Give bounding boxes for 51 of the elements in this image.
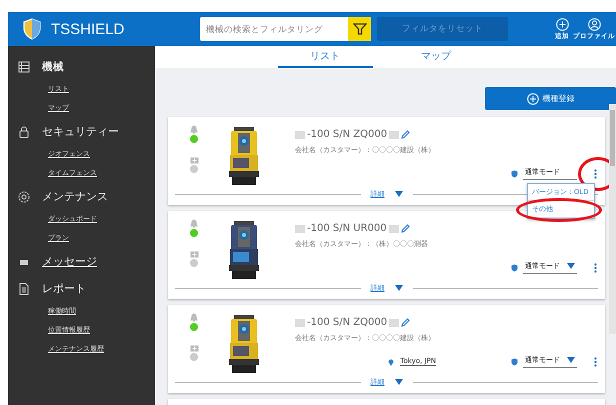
pencil-icon[interactable]: [400, 224, 410, 233]
medical-kit-icon: [190, 250, 198, 258]
redaction-block: [295, 318, 305, 326]
caret-icon: [567, 263, 575, 269]
shield-icon: [511, 264, 518, 272]
redaction-block: [295, 224, 305, 232]
more-menu-icon[interactable]: [594, 262, 597, 272]
caret-icon[interactable]: [394, 285, 402, 291]
more-menu-icon[interactable]: [594, 168, 597, 178]
shield-icon: [511, 170, 518, 178]
tab[interactable]: マップ: [388, 46, 484, 68]
medical-kit-icon: [190, 156, 198, 164]
medical-kit-icon: [190, 344, 198, 352]
caret-icon[interactable]: [394, 191, 402, 197]
scrollbar[interactable]: [609, 104, 616, 334]
sidebar-section[interactable]: レポート: [42, 281, 86, 296]
caret-icon: [567, 357, 575, 363]
gear-icon: [18, 190, 30, 202]
redaction-block: [388, 224, 399, 232]
bell-icon: [190, 313, 198, 322]
caret-icon[interactable]: [394, 379, 402, 385]
filter-button[interactable]: [348, 17, 371, 41]
filter-icon: [352, 23, 366, 35]
sidebar-section[interactable]: 機械: [42, 60, 64, 74]
sidebar-section[interactable]: メッセージ: [42, 254, 97, 269]
shield-logo-icon: [22, 18, 42, 40]
shield-icon: [511, 358, 518, 366]
location-pin-icon: [388, 358, 394, 366]
redaction-block: [389, 318, 400, 326]
list-icon: [18, 60, 30, 72]
brand-name: TSSHIELD: [51, 20, 124, 38]
redaction-block: [295, 130, 305, 138]
search-field[interactable]: 機械の検索とフィルタリング: [200, 17, 348, 41]
lock-icon: [18, 126, 30, 138]
plus-circle-icon: [556, 18, 568, 30]
register-button[interactable]: 機種登録: [485, 87, 616, 110]
sidebar-section[interactable]: セキュリティー: [42, 124, 119, 139]
user-circle-icon: [588, 18, 600, 30]
plus-circle-icon: [526, 92, 538, 104]
bell-icon: [190, 219, 198, 228]
pencil-icon[interactable]: [401, 130, 410, 139]
more-menu-icon[interactable]: [594, 356, 597, 366]
machine-title: -100 S/N UR000: [307, 223, 387, 234]
tab[interactable]: リスト: [278, 46, 372, 68]
machine-title: -100 S/N ZQ000: [307, 317, 388, 328]
bell-icon: [190, 125, 198, 134]
pencil-icon[interactable]: [401, 318, 410, 327]
document-icon: [18, 282, 30, 294]
machine-title: -100 S/N ZQ000: [307, 129, 388, 140]
redaction-block: [389, 130, 400, 138]
sidebar-section[interactable]: メンテナンス: [42, 189, 108, 204]
